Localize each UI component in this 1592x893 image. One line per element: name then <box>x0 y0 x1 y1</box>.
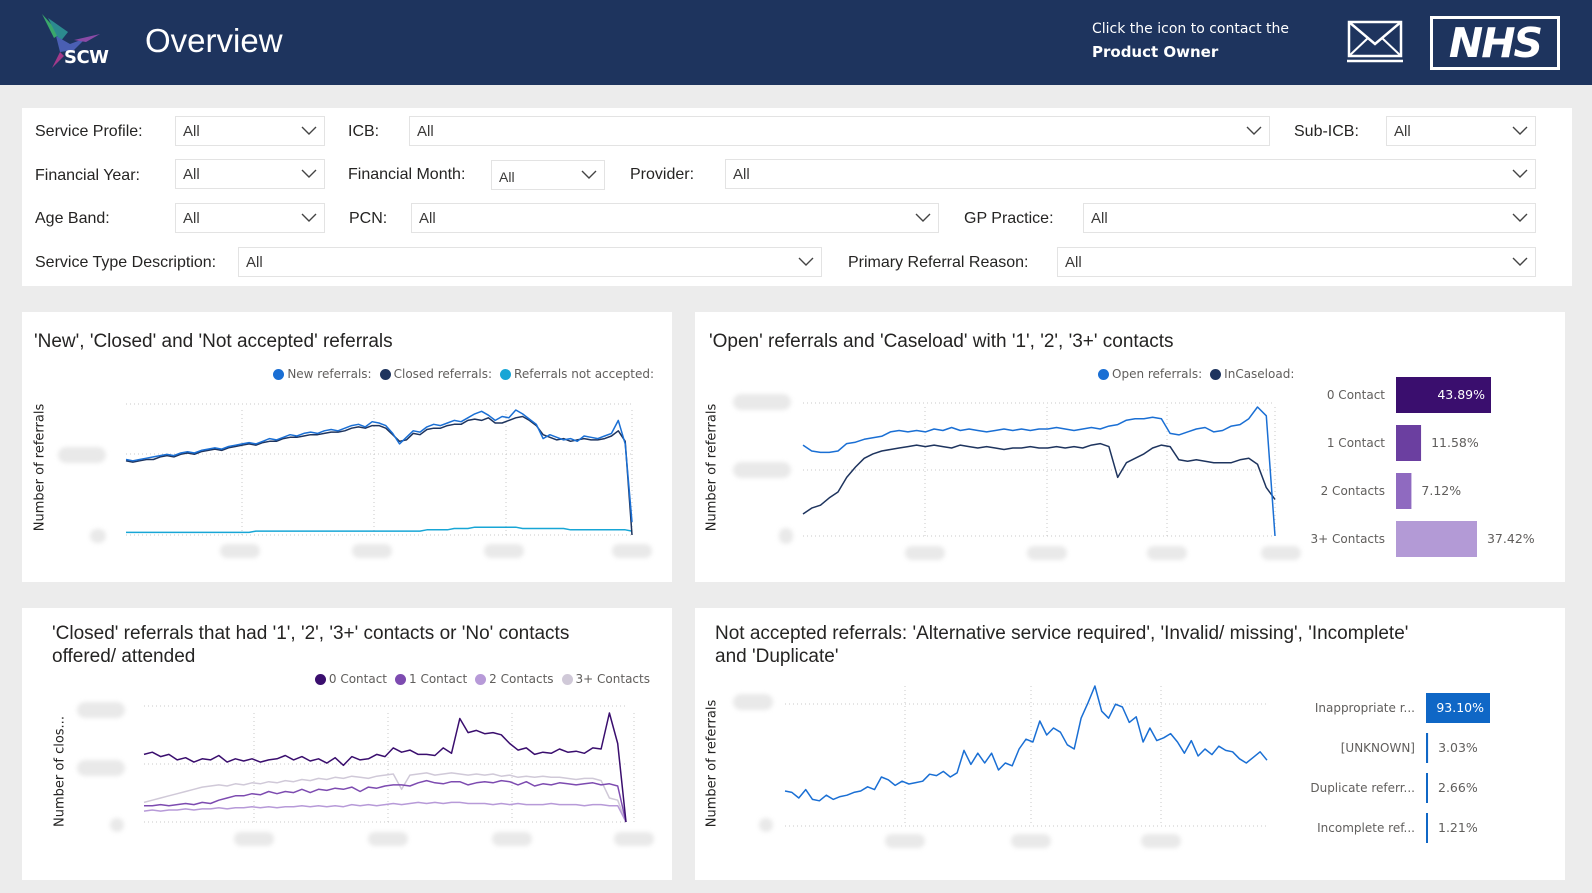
series-line[interactable] <box>144 779 627 823</box>
bar-data-label: 43.89% <box>1437 387 1485 402</box>
bar[interactable] <box>1396 473 1412 509</box>
closed-contacts-line-chart[interactable] <box>22 608 672 880</box>
bar-category-label: Duplicate referr... <box>1310 781 1415 795</box>
chevron-down-icon <box>798 257 814 266</box>
grid <box>803 402 1276 537</box>
series-line[interactable] <box>784 685 1268 802</box>
chevron-down-icon <box>915 213 931 222</box>
series-line[interactable] <box>125 409 633 523</box>
series-line[interactable] <box>126 526 633 534</box>
sub-icb-value: All <box>1394 123 1411 140</box>
age-band-dropdown[interactable]: All <box>175 203 325 233</box>
bar-category-label: 1 Contact <box>1327 436 1385 450</box>
bar[interactable] <box>1426 733 1429 763</box>
service-type-description-label: Service Type Description: <box>35 254 217 271</box>
contact-owner-text: Product Owner <box>1092 43 1219 61</box>
provider-value: All <box>733 166 750 183</box>
bar-data-label: 1.21% <box>1438 820 1478 835</box>
primary-referral-reason-value: All <box>1065 254 1082 271</box>
bar-category-label: 3+ Contacts <box>1311 532 1385 546</box>
bar[interactable] <box>1426 773 1428 803</box>
service-profile-dropdown[interactable]: All <box>175 116 325 146</box>
bar-category-label: 0 Contact <box>1327 388 1385 402</box>
not-accepted-card: Not accepted referrals: 'Alternative ser… <box>695 608 1565 880</box>
bar-data-label: 37.42% <box>1487 531 1535 546</box>
bar-data-label: 2.66% <box>1438 780 1478 795</box>
primary-referral-reason-label: Primary Referral Reason: <box>848 254 1029 271</box>
chevron-down-icon <box>1512 257 1528 266</box>
open-referrals-card: 'Open' referrals and 'Caseload' with '1'… <box>695 312 1565 582</box>
closed-contacts-card: 'Closed' referrals that had '1', '2', '3… <box>22 608 672 880</box>
provider-dropdown[interactable]: All <box>725 159 1536 189</box>
bar[interactable] <box>1396 521 1477 557</box>
bar[interactable] <box>1426 813 1428 843</box>
not-accepted-reasons-bar-chart[interactable]: Inappropriate r... 93.10% [UNKNOWN] 3.03% Du… <box>1295 688 1565 848</box>
financial-year-label: Financial Year: <box>35 167 140 184</box>
financial-month-label: Financial Month: <box>348 166 466 183</box>
mail-icon[interactable] <box>1346 18 1404 64</box>
service-profile-value: All <box>183 123 200 140</box>
gp-practice-value: All <box>1091 210 1108 227</box>
referrals-card: 'New', 'Closed' and 'Not accepted' refer… <box>22 312 672 582</box>
series-line[interactable] <box>802 442 1276 515</box>
bar-category-label: [UNKNOWN] <box>1341 741 1415 755</box>
series-line[interactable] <box>125 415 633 536</box>
nhs-logo-text: NHS <box>1433 19 1557 67</box>
series-line[interactable] <box>143 772 627 823</box>
bar-category-label: Incomplete ref... <box>1317 821 1415 835</box>
icb-dropdown[interactable]: All <box>409 116 1270 146</box>
bar-data-label: 3.03% <box>1438 740 1478 755</box>
chevron-down-icon <box>1512 213 1528 222</box>
service-type-description-dropdown[interactable]: All <box>238 247 822 277</box>
sub-icb-dropdown[interactable]: All <box>1386 116 1536 146</box>
icb-value: All <box>417 123 434 140</box>
chevron-down-icon <box>581 170 597 179</box>
bar-category-label: 2 Contacts <box>1321 484 1385 498</box>
provider-label: Provider: <box>630 166 695 183</box>
caseload-contacts-bar-chart[interactable]: 0 Contact 43.89% 1 Contact 11.58% 2 Contacts… <box>1295 367 1565 567</box>
series-line[interactable] <box>143 712 627 823</box>
referrals-line-chart[interactable] <box>22 312 672 582</box>
bar-data-label: 11.58% <box>1431 435 1479 450</box>
filter-panel: Service Profile: All ICB: All Sub-ICB: A… <box>22 108 1572 286</box>
nhs-logo: NHS <box>1430 16 1560 70</box>
financial-year-dropdown[interactable]: All <box>175 159 325 189</box>
chevron-down-icon <box>1246 126 1262 135</box>
service-type-description-value: All <box>246 254 263 271</box>
chevron-down-icon <box>301 169 317 178</box>
pcn-dropdown[interactable]: All <box>411 203 939 233</box>
series-line[interactable] <box>143 801 627 823</box>
grid <box>785 686 1267 827</box>
series-line[interactable] <box>802 406 1276 537</box>
financial-month-dropdown[interactable]: All <box>491 160 605 190</box>
chevron-down-icon <box>1512 169 1528 178</box>
financial-month-value: All <box>499 169 515 185</box>
logo-text: SCW <box>64 47 109 68</box>
pcn-value: All <box>419 210 436 227</box>
bar[interactable] <box>1396 425 1422 461</box>
pcn-label: PCN: <box>349 210 388 227</box>
gp-practice-label: GP Practice: <box>964 210 1054 227</box>
chevron-down-icon <box>1512 126 1528 135</box>
sub-icb-label: Sub-ICB: <box>1294 123 1359 140</box>
financial-year-value: All <box>183 166 200 183</box>
header-bar: SCW Overview Click the icon to contact t… <box>0 0 1592 85</box>
bar-data-label: 93.10% <box>1436 700 1484 715</box>
service-profile-label: Service Profile: <box>35 123 143 140</box>
chevron-down-icon <box>301 213 317 222</box>
icb-label: ICB: <box>348 123 380 140</box>
age-band-label: Age Band: <box>35 210 110 227</box>
gp-practice-dropdown[interactable]: All <box>1083 203 1536 233</box>
primary-referral-reason-dropdown[interactable]: All <box>1057 247 1536 277</box>
bar-data-label: 7.12% <box>1421 483 1461 498</box>
page-title: Overview <box>145 22 283 59</box>
age-band-value: All <box>183 210 200 227</box>
not-accepted-line-chart[interactable] <box>695 608 1315 880</box>
chevron-down-icon <box>301 126 317 135</box>
contact-text: Click the icon to contact the <box>1092 21 1290 37</box>
bar-category-label: Inappropriate r... <box>1315 701 1415 715</box>
open-referrals-line-chart[interactable] <box>695 312 1315 582</box>
